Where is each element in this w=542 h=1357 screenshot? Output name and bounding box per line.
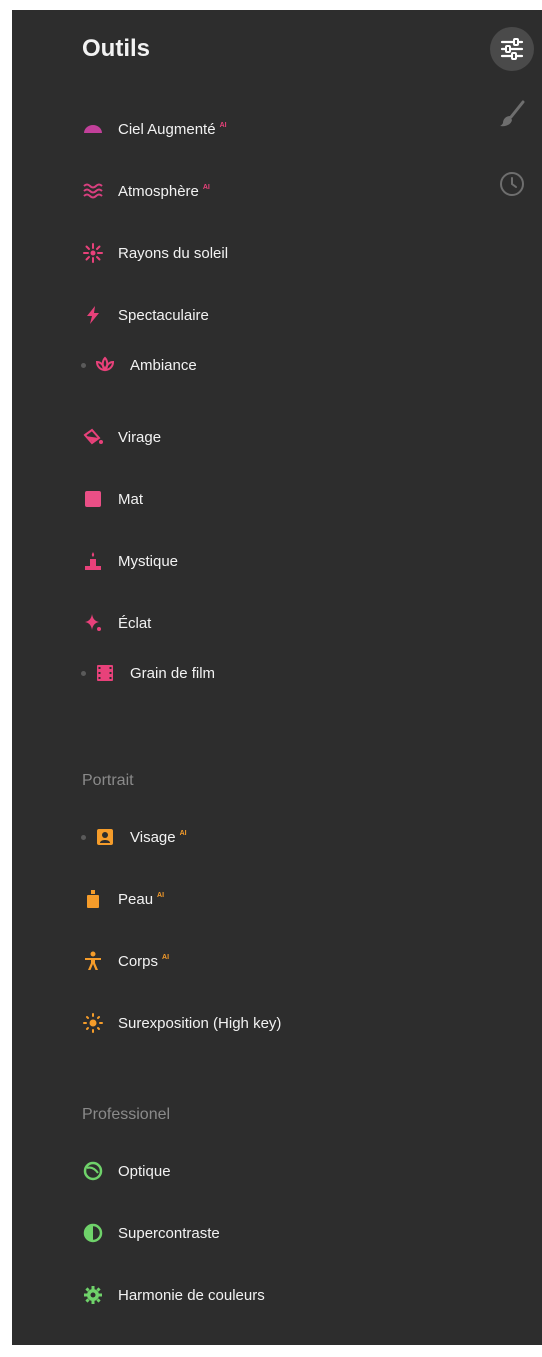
tools-tab-button[interactable] — [490, 27, 534, 71]
tool-label: Supercontraste — [118, 1224, 220, 1242]
film-icon — [94, 662, 116, 684]
tool-label: Visage — [130, 828, 176, 846]
tool-label: Spectaculaire — [118, 306, 209, 324]
sun-dashed-icon — [82, 1012, 104, 1034]
person-icon — [82, 950, 104, 972]
tool-optique[interactable]: Optique — [82, 1156, 171, 1186]
tool-eclat[interactable]: Éclat — [82, 608, 151, 638]
paint-bucket-icon — [82, 426, 104, 448]
ai-badge: AI — [179, 829, 187, 837]
tool-mat[interactable]: Mat — [82, 484, 143, 514]
tool-label: Éclat — [118, 614, 152, 632]
tool-grain-de-film[interactable]: Grain de film — [82, 658, 215, 688]
tool-rayons-du-soleil[interactable]: Rayons du soleil — [82, 238, 228, 268]
ai-badge: AI — [219, 121, 227, 129]
tool-label: Rayons du soleil — [118, 244, 229, 262]
tools-panel: Outils Ciel Augmenté AI Atmosphère AI Ra… — [12, 10, 542, 1345]
section-title-professionel: Professionel — [82, 1106, 171, 1123]
sky-dome-icon — [82, 118, 104, 140]
tool-label: Surexposition (High key) — [118, 1014, 282, 1032]
bottle-icon — [82, 888, 104, 910]
waves-icon — [82, 180, 104, 202]
history-clock-icon — [500, 172, 524, 196]
panel-title: Outils — [82, 35, 151, 62]
tool-spectaculaire[interactable]: Spectaculaire — [82, 300, 209, 330]
face-frame-icon — [94, 826, 116, 848]
sparkle-icon — [82, 612, 104, 634]
tool-ciel-augmente[interactable]: Ciel Augmenté AI — [82, 114, 227, 144]
tool-label: Harmonie de couleurs — [118, 1286, 265, 1304]
tool-harmonie-de-couleurs[interactable]: Harmonie de couleurs — [82, 1280, 265, 1310]
lightning-icon — [82, 304, 104, 326]
tool-label: Mat — [118, 490, 144, 508]
brush-icon — [500, 100, 525, 127]
lens-icon — [82, 1160, 104, 1182]
tool-label: Grain de film — [130, 664, 216, 682]
section-title-portrait: Portrait — [82, 772, 134, 789]
tool-corps[interactable]: Corps AI — [82, 946, 169, 976]
tool-label: Peau — [118, 890, 154, 908]
candle-icon — [82, 550, 104, 572]
tool-label: Mystique — [118, 552, 179, 570]
contrast-icon — [82, 1222, 104, 1244]
tool-label: Optique — [118, 1162, 171, 1180]
ai-badge: AI — [202, 183, 210, 191]
tool-label: Ambiance — [130, 356, 197, 374]
sliders-icon — [500, 38, 524, 60]
tool-atmosphere[interactable]: Atmosphère AI — [82, 176, 210, 206]
tool-label: Ciel Augmenté — [118, 120, 216, 138]
tool-ambiance[interactable]: Ambiance — [82, 350, 197, 380]
tool-label: Corps — [118, 952, 159, 970]
lotus-icon — [94, 354, 116, 376]
tool-visage[interactable]: Visage AI — [82, 822, 187, 852]
history-tab-button[interactable] — [490, 162, 534, 206]
tool-mystique[interactable]: Mystique — [82, 546, 178, 576]
tool-peau[interactable]: Peau AI — [82, 884, 164, 914]
tool-surexposition[interactable]: Surexposition (High key) — [82, 1008, 281, 1038]
tool-label: Virage — [118, 428, 162, 446]
sun-rays-icon — [82, 242, 104, 264]
brush-tab-button[interactable] — [490, 92, 534, 136]
color-gear-icon — [82, 1284, 104, 1306]
ai-badge: AI — [162, 953, 170, 961]
tool-label: Atmosphère — [118, 182, 199, 200]
ai-badge: AI — [157, 891, 165, 899]
square-icon — [82, 488, 104, 510]
tool-supercontraste[interactable]: Supercontraste — [82, 1218, 220, 1248]
tool-virage[interactable]: Virage — [82, 422, 161, 452]
